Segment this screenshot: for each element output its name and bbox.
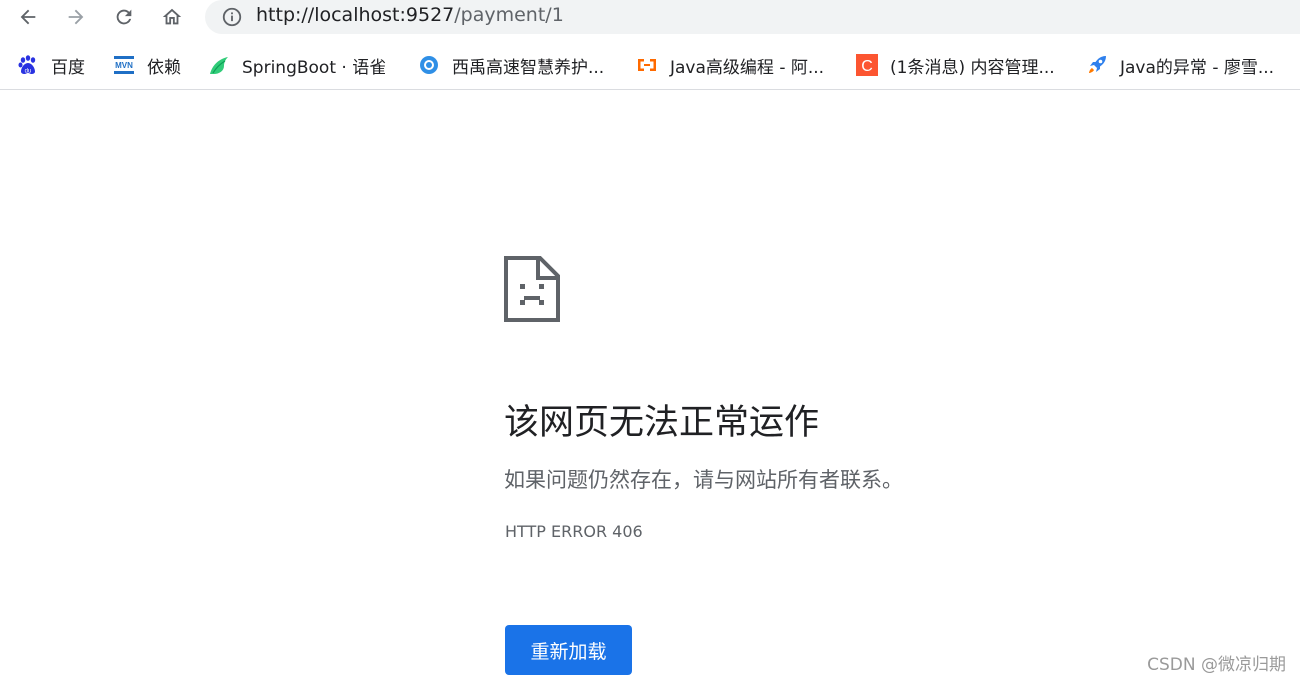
arrow-right-icon <box>68 9 84 25</box>
address-bar[interactable]: http://localhost:9527/payment/1 <box>205 0 1300 34</box>
forward-button[interactable] <box>61 2 91 32</box>
bookmark-label: Java高级编程 - 阿... <box>670 57 825 78</box>
reload-icon <box>116 9 132 25</box>
bookmarks-bar: du 百度 MVN 依赖 SpringBoot · 语雀 西禹高速智慧养护...… <box>0 40 1300 90</box>
rocket-icon <box>1086 54 1108 76</box>
back-button[interactable] <box>13 2 43 32</box>
bookmark-baidu[interactable]: du 百度 <box>17 52 85 78</box>
csdn-watermark: CSDN @微凉归期 <box>1147 655 1286 675</box>
bookmark-csdn[interactable]: C (1条消息) 内容管理... <box>856 52 1055 78</box>
baidu-paw-icon: du <box>17 54 39 76</box>
svg-text:du: du <box>25 69 32 75</box>
info-circle-icon[interactable] <box>221 6 243 28</box>
bookmark-mvn[interactable]: MVN 依赖 <box>113 52 181 78</box>
bookmark-springboot[interactable]: SpringBoot · 语雀 <box>208 52 386 78</box>
mvn-icon: MVN <box>113 54 135 76</box>
url-text[interactable]: http://localhost:9527/payment/1 <box>256 4 564 26</box>
csdn-c-icon: C <box>856 54 878 76</box>
bookmark-liaoxuefeng[interactable]: Java的异常 - 廖雪... <box>1086 52 1274 78</box>
reload-page-button[interactable]: 重新加载 <box>505 625 632 675</box>
home-icon <box>162 8 182 25</box>
error-description: 如果问题仍然存在，请与网站所有者联系。 <box>504 468 903 492</box>
arrow-left-icon <box>20 9 36 25</box>
home-button[interactable] <box>157 2 187 32</box>
sad-document-icon <box>504 256 560 322</box>
browser-toolbar: http://localhost:9527/payment/1 <box>0 0 1300 36</box>
yuque-bird-icon <box>208 54 230 76</box>
reload-button[interactable] <box>109 2 139 32</box>
bookmark-label: Java的异常 - 廖雪... <box>1120 57 1275 78</box>
bookmark-aliyun[interactable]: Java高级编程 - 阿... <box>636 52 824 78</box>
url-host: http://localhost:9527 <box>256 4 455 26</box>
aliyun-icon <box>636 54 658 76</box>
bookmark-label: 百度 <box>51 57 85 78</box>
svg-text:MVN: MVN <box>115 61 133 70</box>
error-title: 该网页无法正常运作 <box>504 403 820 443</box>
bookmark-label: SpringBoot · 语雀 <box>242 57 387 78</box>
svg-text:C: C <box>861 58 873 75</box>
bookmark-xiyu[interactable]: 西禹高速智慧养护... <box>418 52 604 78</box>
bookmark-label: 西禹高速智慧养护... <box>452 57 605 78</box>
url-path: /payment/1 <box>454 4 564 26</box>
bookmark-label: (1条消息) 内容管理... <box>890 57 1055 78</box>
bookmark-label: 依赖 <box>147 57 181 78</box>
error-code: HTTP ERROR 406 <box>505 522 643 541</box>
circle-e-icon <box>418 54 440 76</box>
